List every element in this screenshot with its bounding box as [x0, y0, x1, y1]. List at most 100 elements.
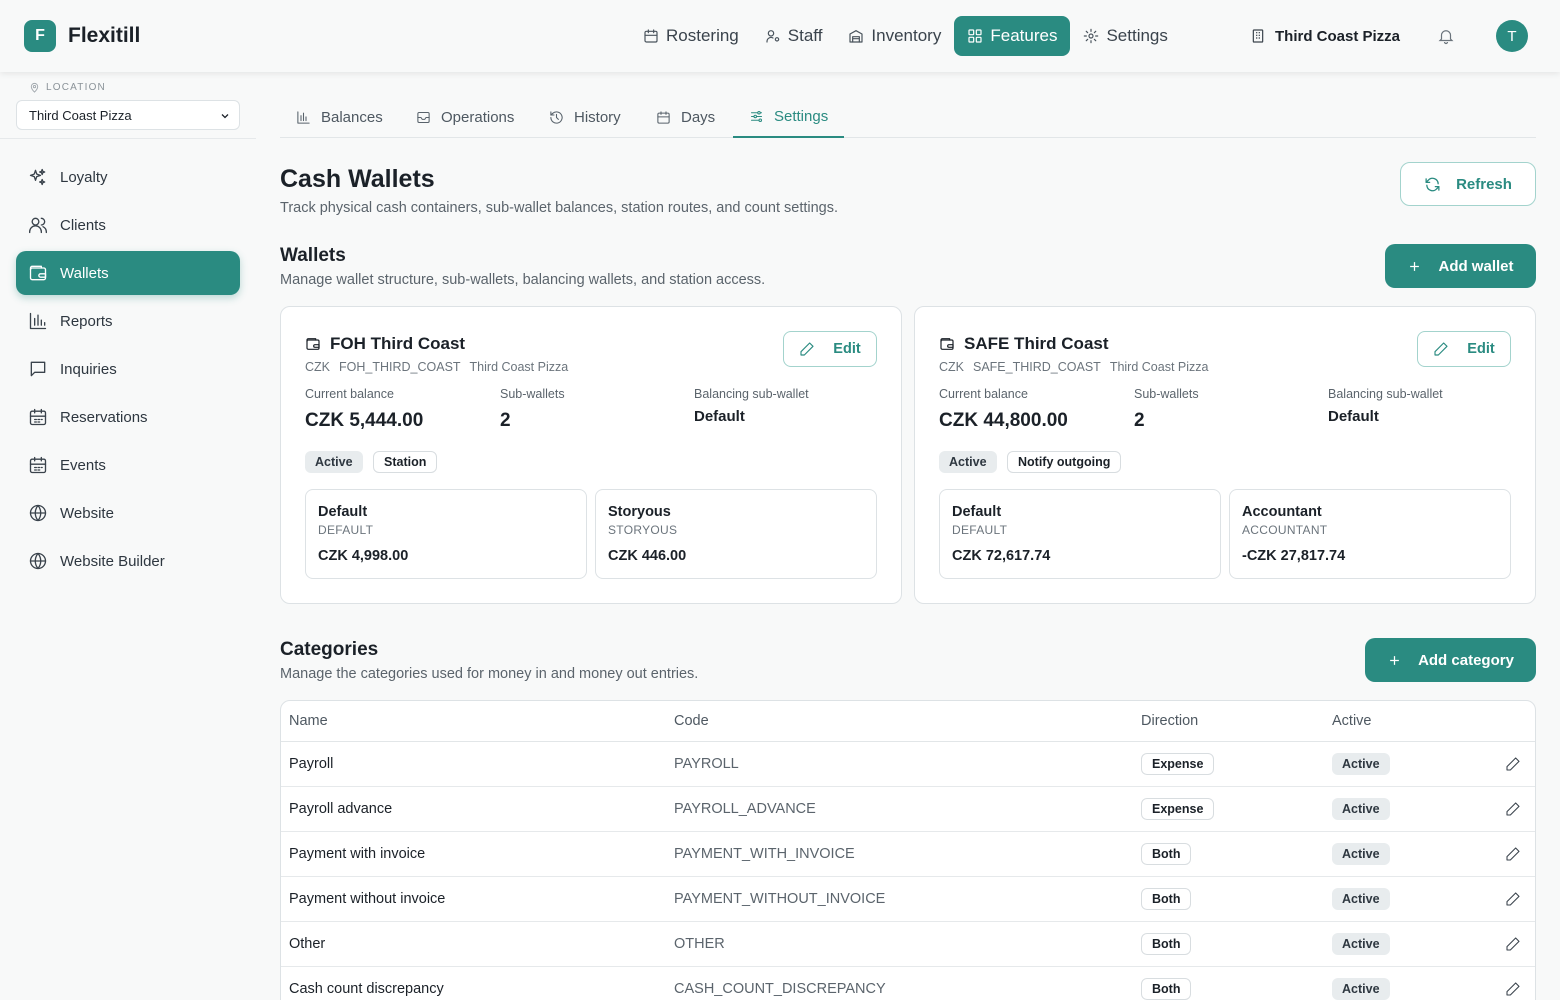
plus-icon: [1410, 261, 1420, 271]
refresh-icon: [1425, 177, 1440, 191]
tab-history[interactable]: History: [549, 96, 621, 138]
balancing-subwallet-stat: Balancing sub-wallet Default: [694, 387, 809, 425]
sidebar-item-inquiries[interactable]: Inquiries: [16, 347, 240, 391]
sidebar-item-reservations[interactable]: Reservations: [16, 395, 240, 439]
column-header-direction[interactable]: Direction: [1141, 713, 1198, 729]
tab-label: Settings: [774, 107, 829, 125]
notifications-button[interactable]: [1437, 27, 1455, 45]
subwallet-card[interactable]: Storyous STORYOUS CZK 446.00: [595, 489, 877, 579]
nav-staff[interactable]: Staff: [752, 16, 836, 56]
edit-category-button[interactable]: [1505, 756, 1521, 772]
subwallet-code: DEFAULT: [952, 523, 1008, 537]
stat-label: Current balance: [939, 387, 1028, 401]
sidebar-item-label: Reservations: [60, 408, 148, 426]
column-header-active[interactable]: Active: [1332, 713, 1372, 729]
refresh-button[interactable]: Refresh: [1400, 162, 1536, 206]
edit-button-label: Edit: [833, 341, 861, 357]
sidebar-item-label: Loyalty: [60, 168, 108, 186]
edit-category-button[interactable]: [1505, 846, 1521, 862]
subwallet-card[interactable]: Default DEFAULT CZK 4,998.00: [305, 489, 587, 579]
table-row[interactable]: Payment with invoice PAYMENT_WITH_INVOIC…: [281, 832, 1535, 877]
sidebar-item-reports[interactable]: Reports: [16, 299, 240, 343]
subwallet-name: Accountant: [1242, 504, 1322, 520]
sidebar-divider: [0, 138, 256, 139]
status-badge: Active: [939, 451, 997, 473]
column-header-name[interactable]: Name: [289, 713, 328, 729]
stat-value: CZK 5,444.00: [305, 410, 424, 431]
direction-badge: Both: [1141, 888, 1192, 910]
sidebar-item-wallets[interactable]: Wallets: [16, 251, 240, 295]
table-row[interactable]: Other OTHER Both Active: [281, 922, 1535, 967]
history-icon: [550, 110, 563, 124]
stat-label: Sub-wallets: [1134, 387, 1199, 401]
category-name: Payment without invoice: [289, 891, 446, 907]
tab-label: Operations: [441, 108, 515, 126]
add-category-button[interactable]: Add category: [1365, 638, 1536, 682]
map-pin-icon: [30, 82, 39, 93]
wallet-icon: [306, 338, 320, 350]
category-code: PAYMENT_WITH_INVOICE: [674, 846, 855, 862]
category-name: Payment with invoice: [289, 846, 426, 862]
sidebar-item-website-builder[interactable]: Website Builder: [16, 539, 240, 583]
category-name: Cash count discrepancy: [289, 981, 444, 997]
subwallet-card[interactable]: Default DEFAULT CZK 72,617.74: [939, 489, 1221, 579]
edit-category-button[interactable]: [1505, 981, 1521, 997]
status-badge: Active: [1332, 888, 1390, 910]
location-label-text: LOCATION: [46, 82, 106, 93]
wallet-title: SAFE Third Coast: [939, 334, 1109, 354]
pencil-icon: [1434, 342, 1448, 356]
globe-icon: [29, 504, 47, 522]
subwallet-code: DEFAULT: [318, 523, 374, 537]
edit-category-button[interactable]: [1505, 936, 1521, 952]
stat-value: 2: [1134, 410, 1145, 431]
nav-inventory[interactable]: Inventory: [835, 16, 954, 56]
location-select[interactable]: Third Coast Pizza: [16, 100, 240, 130]
subwallet-card[interactable]: Accountant ACCOUNTANT -CZK 27,817.74: [1229, 489, 1511, 579]
tab-settings[interactable]: Settings: [733, 96, 845, 138]
wallet-name: FOH Third Coast: [330, 334, 466, 353]
wallet-meta: CZK SAFE_THIRD_COAST Third Coast Pizza: [939, 360, 1217, 374]
grid-icon: [968, 29, 982, 43]
tab-operations[interactable]: Operations: [416, 96, 514, 138]
sidebar-item-loyalty[interactable]: Loyalty: [16, 155, 240, 199]
warehouse-icon: [849, 30, 864, 43]
nav-staff-label: Staff: [787, 26, 823, 45]
edit-wallet-button[interactable]: Edit: [783, 331, 877, 367]
status-badge: Active: [305, 451, 363, 473]
nav-settings[interactable]: Settings: [1070, 16, 1180, 56]
subwallets-stat: Sub-wallets 2: [500, 387, 565, 432]
category-code: PAYROLL: [674, 756, 739, 772]
tab-days[interactable]: Days: [656, 96, 715, 138]
sidebar-item-website[interactable]: Website: [16, 491, 240, 535]
location-switcher[interactable]: Third Coast Pizza: [1250, 16, 1400, 56]
table-row[interactable]: Payment without invoice PAYMENT_WITHOUT_…: [281, 877, 1535, 922]
sidebar-item-clients[interactable]: Clients: [16, 203, 240, 247]
table-row[interactable]: Cash count discrepancy CASH_COUNT_DISCRE…: [281, 967, 1535, 1000]
calendar-icon: [644, 29, 658, 43]
edit-wallet-button[interactable]: Edit: [1417, 331, 1511, 367]
top-bar: F Flexitill Rostering Staff Inventory Fe…: [0, 0, 1560, 72]
add-wallet-button[interactable]: Add wallet: [1385, 244, 1536, 288]
sidebar: LOCATION Third Coast Pizza Loyalty Clien…: [0, 72, 256, 1000]
edit-category-button[interactable]: [1505, 801, 1521, 817]
tab-bar: Balances Operations History Days Setting…: [280, 96, 1536, 138]
nav-features[interactable]: Features: [954, 16, 1071, 56]
brand[interactable]: F Flexitill: [24, 20, 140, 52]
category-code: CASH_COUNT_DISCREPANCY: [674, 981, 886, 997]
sparkles-icon: [29, 168, 46, 186]
sidebar-item-events[interactable]: Events: [16, 443, 240, 487]
subwallet-balance: CZK 4,998.00: [318, 548, 409, 564]
pencil-icon: [1506, 802, 1520, 816]
avatar[interactable]: T: [1496, 20, 1528, 52]
tab-balances[interactable]: Balances: [296, 96, 383, 138]
categories-table: Name Code Direction Active Payroll PAYRO…: [280, 700, 1536, 1000]
table-row[interactable]: Payroll advance PAYROLL_ADVANCE Expense …: [281, 787, 1535, 832]
edit-button-label: Edit: [1467, 341, 1495, 357]
stat-label: Balancing sub-wallet: [1328, 387, 1443, 401]
nav-rostering[interactable]: Rostering: [630, 16, 752, 56]
status-badge: Active: [1332, 933, 1390, 955]
pencil-icon: [1506, 937, 1520, 951]
edit-category-button[interactable]: [1505, 891, 1521, 907]
column-header-code[interactable]: Code: [674, 713, 709, 729]
table-row[interactable]: Payroll PAYROLL Expense Active: [281, 742, 1535, 787]
